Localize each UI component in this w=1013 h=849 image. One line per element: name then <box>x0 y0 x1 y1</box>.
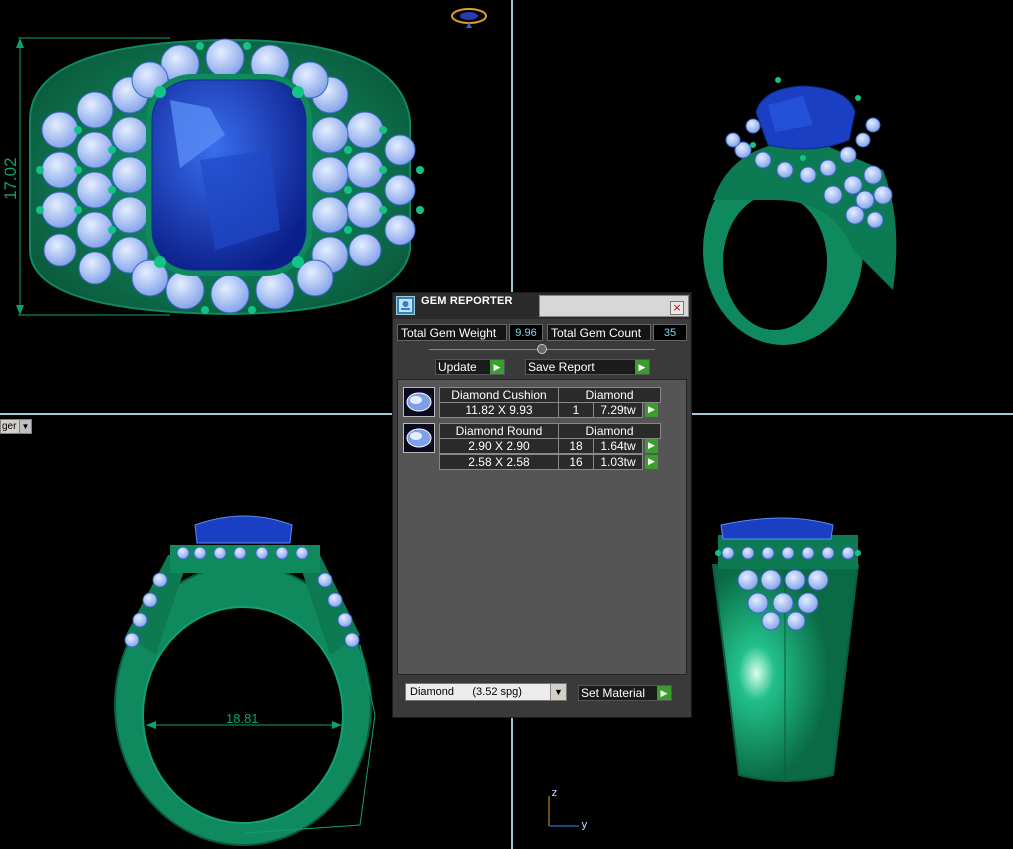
material-select-value: Diamond (3.52 spg) <box>410 686 522 698</box>
group-2-row-2-size: 2.58 X 2.58 <box>439 454 559 470</box>
group-2-row-1-weight: 1.64tw <box>593 438 643 454</box>
panel-slider-handle[interactable] <box>537 344 547 354</box>
side-dimension-label: 18.81 <box>226 711 259 726</box>
play-arrow-icon: ▶ <box>635 360 649 374</box>
play-arrow-icon[interactable]: ▶ <box>645 439 658 453</box>
save-report-button-label: Save Report <box>528 360 595 374</box>
set-material-button-label: Set Material <box>581 686 646 700</box>
material-select[interactable]: Diamond (3.52 spg) ▼ <box>405 683 567 701</box>
front-dimension-label: 17.02 <box>1 157 20 200</box>
group-1-material: Diamond <box>558 387 661 403</box>
panel-titlebar[interactable]: GEM REPORTER × <box>393 293 691 319</box>
chevron-down-icon[interactable]: ▼ <box>19 420 31 433</box>
group-1-row-1-size: 11.82 X 9.93 <box>439 402 559 418</box>
panel-title-fill: × <box>539 295 689 317</box>
panel-title-tab: GEM REPORTER <box>417 293 539 319</box>
axis-z-label: z <box>551 786 558 799</box>
group-2-shape: Diamond Round <box>439 423 559 439</box>
play-arrow-icon: ▶ <box>490 360 504 374</box>
save-report-button[interactable]: Save Report ▶ <box>525 359 650 375</box>
total-gem-count-label: Total Gem Count <box>547 324 651 341</box>
close-icon[interactable]: × <box>670 301 684 315</box>
total-gem-weight-label: Total Gem Weight <box>397 324 507 341</box>
group-2-material: Diamond <box>558 423 661 439</box>
axis-y-label: y <box>581 818 588 831</box>
round-gem-icon[interactable] <box>403 423 435 453</box>
group-1-shape: Diamond Cushion <box>439 387 559 403</box>
gem-reporter-panel: GEM REPORTER × Total Gem Weight 9.96 Tot… <box>392 292 692 718</box>
group-2-row-2-count: 16 <box>558 454 594 470</box>
group-1-row-1-weight: 7.29tw <box>593 402 643 418</box>
view-mode-dropdown[interactable]: ger ▼ <box>0 419 32 434</box>
play-arrow-icon: ▶ <box>657 686 671 700</box>
gem-reporter-logo-icon <box>396 296 415 315</box>
update-button-label: Update <box>438 360 477 374</box>
gem-list: Diamond Cushion Diamond 11.82 X 9.93 1 7… <box>397 379 687 675</box>
cushion-gem-icon[interactable] <box>403 387 435 417</box>
chevron-down-icon[interactable]: ▼ <box>550 684 566 700</box>
play-arrow-icon[interactable]: ▶ <box>645 403 658 417</box>
update-button[interactable]: Update ▶ <box>435 359 505 375</box>
play-arrow-icon[interactable]: ▶ <box>645 455 658 469</box>
set-material-button[interactable]: Set Material ▶ <box>578 685 672 701</box>
group-2-row-1-size: 2.90 X 2.90 <box>439 438 559 454</box>
total-gem-weight: Total Gem Weight 9.96 <box>397 324 543 341</box>
view-mode-dropdown-text: ger <box>2 421 17 432</box>
total-gem-weight-value: 9.96 <box>509 324 543 341</box>
total-gem-count: Total Gem Count 35 <box>547 324 687 341</box>
group-2-row-1-count: 18 <box>558 438 594 454</box>
panel-title: GEM REPORTER <box>421 295 513 307</box>
group-1-row-1-count: 1 <box>558 402 594 418</box>
group-2-row-2-weight: 1.03tw <box>593 454 643 470</box>
axis-gizmo: z y <box>543 786 603 836</box>
orientation-logo-icon <box>451 8 487 28</box>
total-gem-count-value: 35 <box>653 324 687 341</box>
